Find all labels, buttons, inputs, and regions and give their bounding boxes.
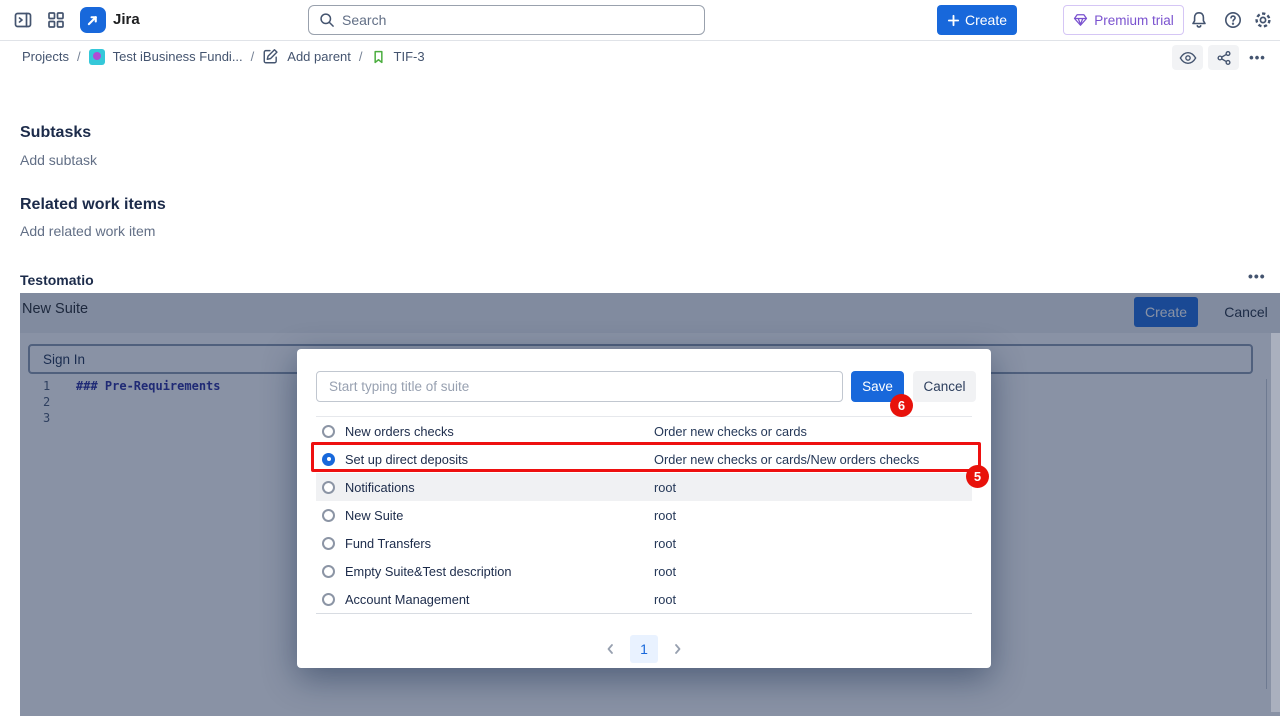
breadcrumb-projects[interactable]: Projects [22,49,69,64]
radio-unselected-icon[interactable] [322,509,335,522]
breadcrumb-issue-key[interactable]: TIF-3 [394,49,425,64]
breadcrumb-project[interactable]: Test iBusiness Fundi... [113,49,243,64]
app-name: Jira [113,11,140,28]
radio-unselected-icon[interactable] [322,565,335,578]
share-icon[interactable] [1208,45,1239,70]
premium-trial-button[interactable]: Premium trial [1063,5,1184,35]
edit-pencil-icon [262,48,279,65]
notifications-bell-icon[interactable] [1185,6,1213,34]
suite-row-set-up-direct-deposits[interactable]: Set up direct deposits Order new checks … [316,445,972,473]
page-number[interactable]: 1 [630,635,658,663]
related-items-heading: Related work items [20,196,166,214]
cancel-button[interactable]: Cancel [913,371,976,402]
prev-page-chevron-icon[interactable] [604,642,616,656]
suite-row-account-management[interactable]: Account Management root [316,585,972,613]
breadcrumb-add-parent[interactable]: Add parent [287,49,351,64]
top-app-bar: Jira Create Premium trial [0,0,1280,41]
plus-icon [947,14,960,27]
story-bookmark-icon [371,49,386,65]
watch-eye-icon[interactable] [1172,45,1203,70]
radio-unselected-icon[interactable] [322,593,335,606]
suite-search-input[interactable] [316,371,843,402]
radio-unselected-icon[interactable] [322,425,335,438]
radio-selected-icon[interactable] [322,453,335,466]
testomatio-heading: Testomatio [20,272,94,288]
suite-row-fund-transfers[interactable]: Fund Transfers root [316,529,972,557]
suite-row-new-orders-checks[interactable]: New orders checks Order new checks or ca… [316,417,972,445]
step-badge-6: 6 [890,394,913,417]
suite-row-new-suite[interactable]: New Suite root [316,501,972,529]
breadcrumb: Projects / Test iBusiness Fundi... / Add… [22,41,425,72]
help-icon[interactable] [1219,6,1247,34]
radio-unselected-icon[interactable] [322,537,335,550]
pagination: 1 [297,635,991,663]
app-switcher-icon[interactable] [45,9,67,31]
add-related-item-button[interactable]: Add related work item [20,223,155,239]
suite-list: New orders checks Order new checks or ca… [316,416,972,614]
move-suite-dialog: Save Cancel New orders checks Order new … [297,349,991,668]
testomatio-more-icon[interactable]: ••• [1248,268,1266,284]
project-avatar [89,49,105,65]
gem-icon [1073,13,1088,27]
page-more-icon[interactable]: ••• [1243,45,1272,70]
next-page-chevron-icon[interactable] [672,642,684,656]
widget-scrollbar[interactable] [1271,333,1280,712]
sidebar-toggle-icon[interactable] [12,9,34,31]
subtasks-heading: Subtasks [20,124,91,142]
settings-gear-icon[interactable] [1249,6,1277,34]
step-badge-5: 5 [966,465,989,488]
search-input[interactable] [342,12,672,28]
radio-unselected-icon[interactable] [322,481,335,494]
search-icon [319,12,335,28]
suite-row-notifications[interactable]: Notifications root [316,473,972,501]
add-subtask-button[interactable]: Add subtask [20,152,97,168]
jira-logo-icon[interactable] [80,7,106,33]
create-button[interactable]: Create [937,5,1017,35]
global-search[interactable] [308,5,705,35]
suite-row-empty-suite[interactable]: Empty Suite&Test description root [316,557,972,585]
